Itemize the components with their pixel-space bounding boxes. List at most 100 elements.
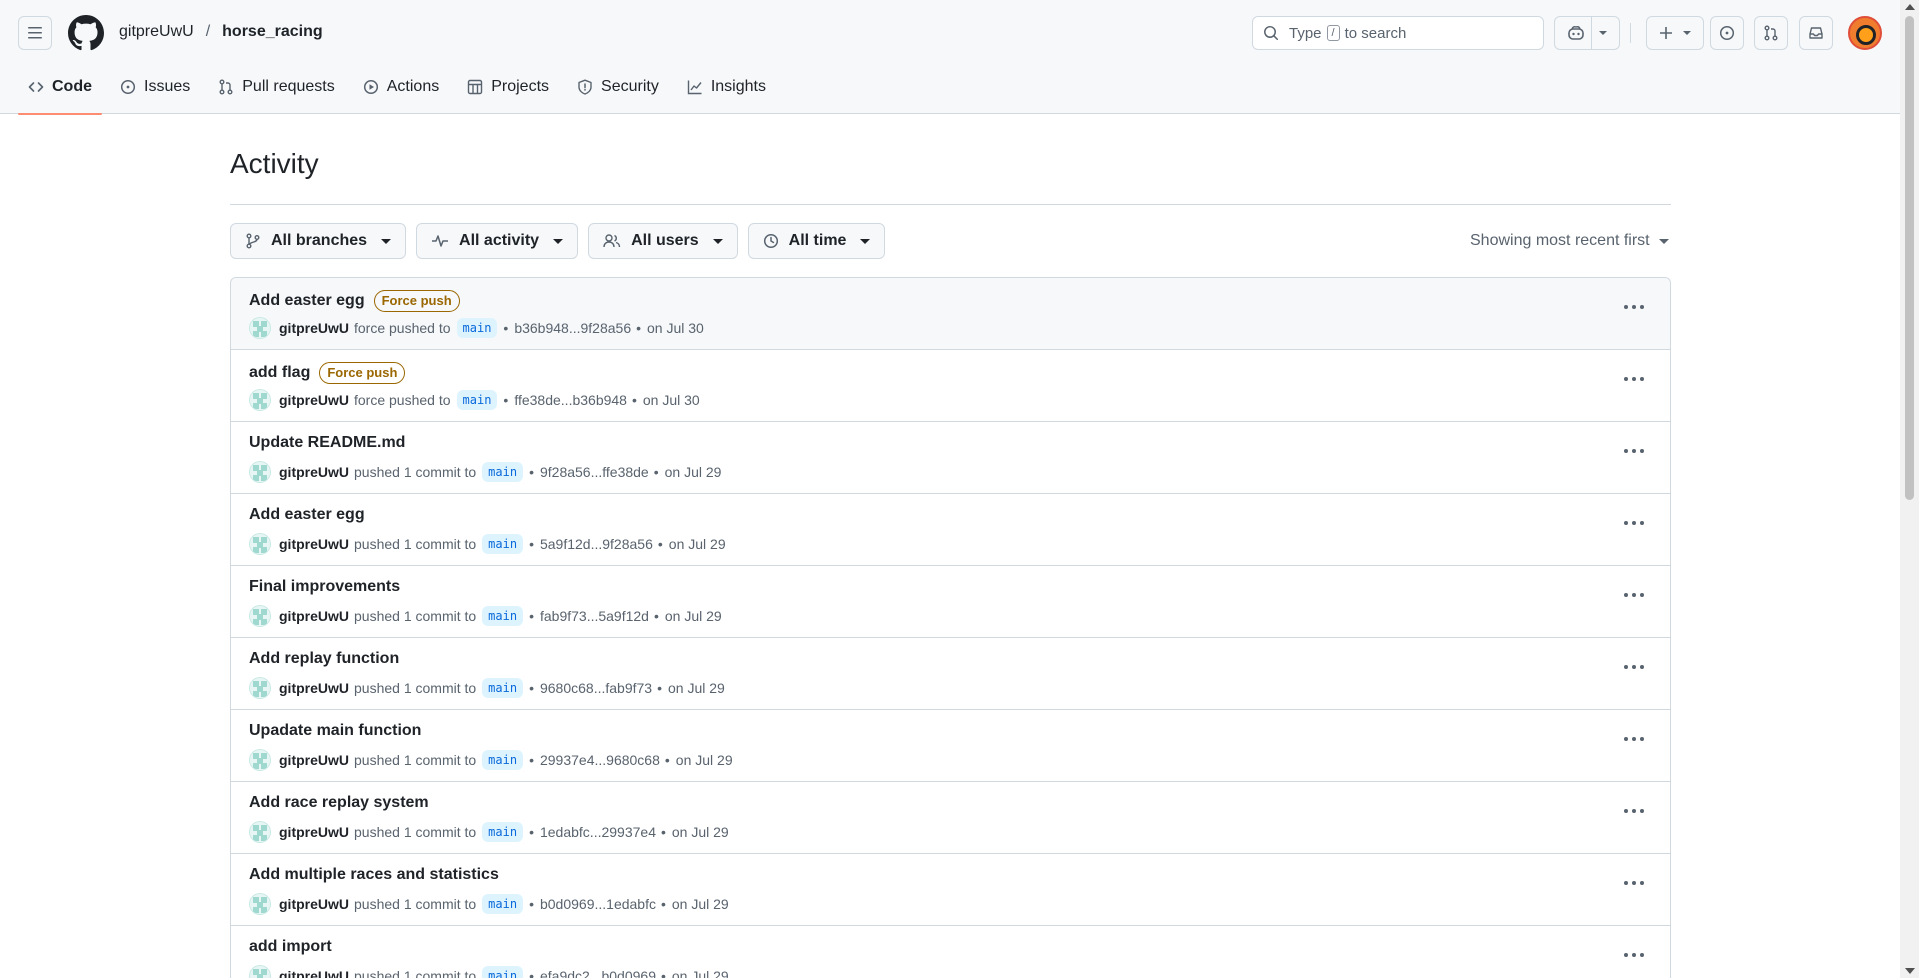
user-avatar[interactable]: [249, 965, 271, 978]
commit-message-link[interactable]: Final improvements: [249, 578, 400, 596]
repo-name-link[interactable]: horse_racing: [222, 23, 322, 41]
commit-message-link[interactable]: Add replay function: [249, 650, 399, 668]
scroll-up-arrow-icon[interactable]: [1905, 4, 1915, 10]
kebab-horizontal-icon[interactable]: [1624, 302, 1644, 312]
github-logo-icon[interactable]: [68, 15, 104, 51]
users-filter-button[interactable]: All users: [588, 223, 738, 259]
branch-label[interactable]: main: [482, 894, 524, 914]
inbox-button[interactable]: [1799, 16, 1833, 50]
username-link[interactable]: gitpreUwU: [279, 608, 349, 624]
branch-label[interactable]: main: [482, 750, 524, 770]
activity-row[interactable]: add flag Force push gitpreUwU force push…: [231, 350, 1670, 422]
commit-message-link[interactable]: Add multiple races and statistics: [249, 866, 499, 884]
username-link[interactable]: gitpreUwU: [279, 752, 349, 768]
activity-row[interactable]: add import gitpreUwU pushed 1 commit to …: [231, 926, 1670, 978]
copilot-button[interactable]: [1554, 16, 1620, 50]
user-avatar[interactable]: [249, 317, 271, 339]
tab-security[interactable]: Security: [567, 70, 669, 114]
kebab-horizontal-icon[interactable]: [1624, 734, 1644, 744]
kebab-horizontal-icon[interactable]: [1624, 878, 1644, 888]
sort-order-select[interactable]: Showing most recent first: [1470, 232, 1669, 250]
branch-label[interactable]: main: [482, 822, 524, 842]
tab-code[interactable]: Code: [18, 70, 102, 115]
user-avatar[interactable]: [249, 677, 271, 699]
commit-message-link[interactable]: Add easter egg: [249, 292, 365, 310]
tab-actions[interactable]: Actions: [353, 70, 449, 114]
branch-label[interactable]: main: [482, 966, 524, 978]
kebab-horizontal-icon[interactable]: [1624, 950, 1644, 960]
username-link[interactable]: gitpreUwU: [279, 320, 349, 336]
activity-row[interactable]: Upadate main function gitpreUwU pushed 1…: [231, 710, 1670, 782]
kebab-horizontal-icon[interactable]: [1624, 662, 1644, 672]
activity-row[interactable]: Add race replay system gitpreUwU pushed …: [231, 782, 1670, 854]
tab-issues[interactable]: Issues: [110, 70, 200, 114]
commit-range-link[interactable]: ffe38de...b36b948: [514, 392, 627, 408]
menu-button[interactable]: [18, 16, 52, 50]
commit-range-link[interactable]: 9f28a56...ffe38de: [540, 464, 649, 480]
chevron-down-icon[interactable]: [1598, 28, 1608, 38]
activity-row[interactable]: Add easter egg gitpreUwU pushed 1 commit…: [231, 494, 1670, 566]
username-link[interactable]: gitpreUwU: [279, 536, 349, 552]
activity-row[interactable]: Add easter egg Force push gitpreUwU forc…: [231, 278, 1670, 350]
username-link[interactable]: gitpreUwU: [279, 896, 349, 912]
user-avatar[interactable]: [249, 461, 271, 483]
commit-message-link[interactable]: Upadate main function: [249, 722, 421, 740]
commit-message-link[interactable]: Update README.md: [249, 434, 405, 452]
create-new-button[interactable]: [1646, 16, 1704, 50]
breadcrumb-separator: /: [205, 23, 211, 40]
kebab-horizontal-icon[interactable]: [1624, 374, 1644, 384]
user-avatar[interactable]: [249, 821, 271, 843]
kebab-horizontal-icon[interactable]: [1624, 806, 1644, 816]
time-filter-button[interactable]: All time: [747, 223, 886, 259]
tab-pull-requests[interactable]: Pull requests: [208, 70, 345, 114]
user-avatar[interactable]: [249, 605, 271, 627]
user-avatar[interactable]: [249, 749, 271, 771]
activity-filter-button[interactable]: All activity: [416, 223, 579, 259]
username-link[interactable]: gitpreUwU: [279, 392, 349, 408]
commit-range-link[interactable]: fab9f73...5a9f12d: [540, 608, 649, 624]
user-avatar[interactable]: [249, 533, 271, 555]
commit-range-link[interactable]: 9680c68...fab9f73: [540, 680, 652, 696]
branch-label[interactable]: main: [482, 678, 524, 698]
commit-range-link[interactable]: b0d0969...1edabfc: [540, 896, 656, 912]
branch-label[interactable]: main: [482, 606, 524, 626]
username-link[interactable]: gitpreUwU: [279, 824, 349, 840]
commit-message-link[interactable]: add import: [249, 938, 332, 956]
commit-message-link[interactable]: Add race replay system: [249, 794, 429, 812]
kebab-horizontal-icon[interactable]: [1624, 590, 1644, 600]
search-input[interactable]: Type / to search: [1252, 16, 1544, 50]
user-avatar[interactable]: [249, 389, 271, 411]
scroll-down-arrow-icon[interactable]: [1905, 968, 1915, 974]
kebab-horizontal-icon[interactable]: [1624, 446, 1644, 456]
branches-filter-button[interactable]: All branches: [230, 223, 407, 259]
tab-projects[interactable]: Projects: [457, 70, 559, 114]
activity-row[interactable]: Update README.md gitpreUwU pushed 1 comm…: [231, 422, 1670, 494]
username-link[interactable]: gitpreUwU: [279, 680, 349, 696]
commit-range-link[interactable]: 29937e4...9680c68: [540, 752, 660, 768]
kebab-horizontal-icon[interactable]: [1624, 518, 1644, 528]
branch-label[interactable]: main: [456, 318, 498, 338]
commit-message-link[interactable]: Add easter egg: [249, 506, 365, 524]
activity-row[interactable]: Add replay function gitpreUwU pushed 1 c…: [231, 638, 1670, 710]
bullet-separator: •: [657, 536, 663, 552]
tab-insights[interactable]: Insights: [677, 70, 776, 114]
branch-label[interactable]: main: [482, 534, 524, 554]
user-avatar-button[interactable]: [1848, 16, 1882, 50]
commit-range-link[interactable]: efa9dc2...b0d0969: [540, 968, 656, 978]
username-link[interactable]: gitpreUwU: [279, 968, 349, 978]
commit-range-link[interactable]: 5a9f12d...9f28a56: [540, 536, 653, 552]
commit-range-link[interactable]: 1edabfc...29937e4: [540, 824, 656, 840]
branch-label[interactable]: main: [456, 390, 498, 410]
activity-row[interactable]: Add multiple races and statistics gitpre…: [231, 854, 1670, 926]
repo-owner-link[interactable]: gitpreUwU: [119, 23, 194, 41]
commit-range-link[interactable]: b36b948...9f28a56: [514, 320, 631, 336]
username-link[interactable]: gitpreUwU: [279, 464, 349, 480]
commit-message-link[interactable]: add flag: [249, 364, 310, 382]
branch-label[interactable]: main: [482, 462, 524, 482]
your-pull-requests-button[interactable]: [1754, 16, 1788, 50]
scrollbar-thumb[interactable]: [1905, 16, 1914, 500]
your-issues-button[interactable]: [1710, 16, 1744, 50]
activity-row[interactable]: Final improvements gitpreUwU pushed 1 co…: [231, 566, 1670, 638]
user-avatar[interactable]: [249, 893, 271, 915]
page-scrollbar[interactable]: [1900, 0, 1919, 978]
